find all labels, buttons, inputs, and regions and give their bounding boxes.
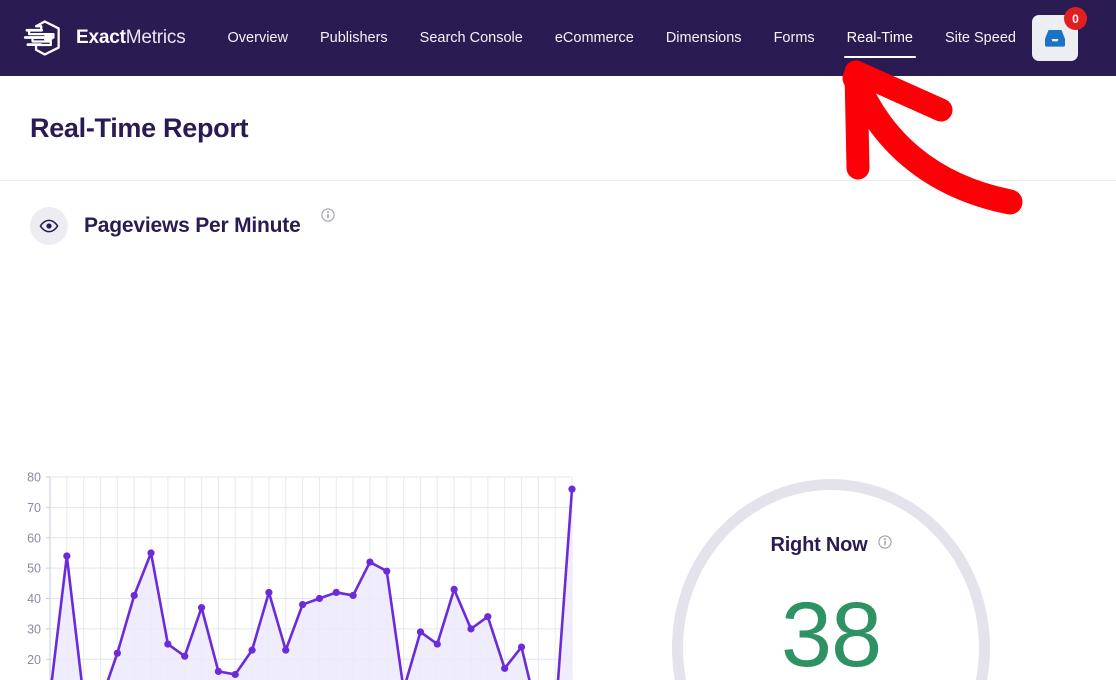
nav-item-publishers[interactable]: Publishers [304, 0, 404, 76]
eye-icon [39, 219, 59, 233]
page-title: Real-Time Report [30, 113, 248, 144]
page-header: Real-Time Report [0, 76, 1116, 181]
pageviews-chart[interactable]: 0102030405060708025 minutes ago20 minute… [0, 453, 620, 680]
main-content: Pageviews Per Minute 0102030405060708025… [0, 181, 1116, 680]
right-now-info-icon[interactable] [878, 535, 892, 549]
notification-count-badge: 0 [1064, 7, 1087, 30]
svg-text:80: 80 [27, 471, 41, 485]
nav-item-ecommerce[interactable]: eCommerce [539, 0, 650, 76]
pageviews-card-header: Pageviews Per Minute [0, 181, 1116, 245]
brand-logo[interactable]: ExactMetrics [22, 18, 186, 58]
main-nav: Overview Publishers Search Console eComm… [212, 0, 1032, 76]
top-navigation-bar: ExactMetrics Overview Publishers Search … [0, 0, 1116, 76]
right-now-title-row: Right Now [770, 534, 891, 557]
nav-item-search-console[interactable]: Search Console [404, 0, 539, 76]
brand-text: ExactMetrics [76, 27, 186, 49]
right-now-title: Right Now [770, 534, 867, 557]
pageviews-info-icon[interactable] [321, 208, 335, 222]
nav-item-dimensions[interactable]: Dimensions [650, 0, 758, 76]
inbox-icon [1042, 27, 1068, 49]
nav-item-overview[interactable]: Overview [212, 0, 304, 76]
nav-item-real-time[interactable]: Real-Time [831, 0, 929, 76]
notifications: 0 [1032, 15, 1078, 61]
brand-name-bold: Exact [76, 27, 126, 48]
exactmetrics-logo-icon [22, 18, 64, 58]
svg-text:40: 40 [27, 592, 41, 606]
svg-text:30: 30 [27, 622, 41, 636]
svg-text:60: 60 [27, 531, 41, 545]
pageviews-card-title: Pageviews Per Minute [84, 214, 301, 238]
active-users-count: 38 [781, 589, 881, 680]
svg-text:70: 70 [27, 501, 41, 515]
nav-item-site-speed[interactable]: Site Speed [929, 0, 1032, 76]
brand-name-light: Metrics [126, 27, 186, 48]
nav-item-forms[interactable]: Forms [758, 0, 831, 76]
right-now-card: Right Now 38 Active users on site [672, 479, 990, 680]
eye-icon-badge [30, 207, 68, 245]
pageviews-chart-svg: 0102030405060708025 minutes ago20 minute… [0, 453, 620, 680]
svg-text:20: 20 [27, 653, 41, 667]
svg-text:50: 50 [27, 562, 41, 576]
